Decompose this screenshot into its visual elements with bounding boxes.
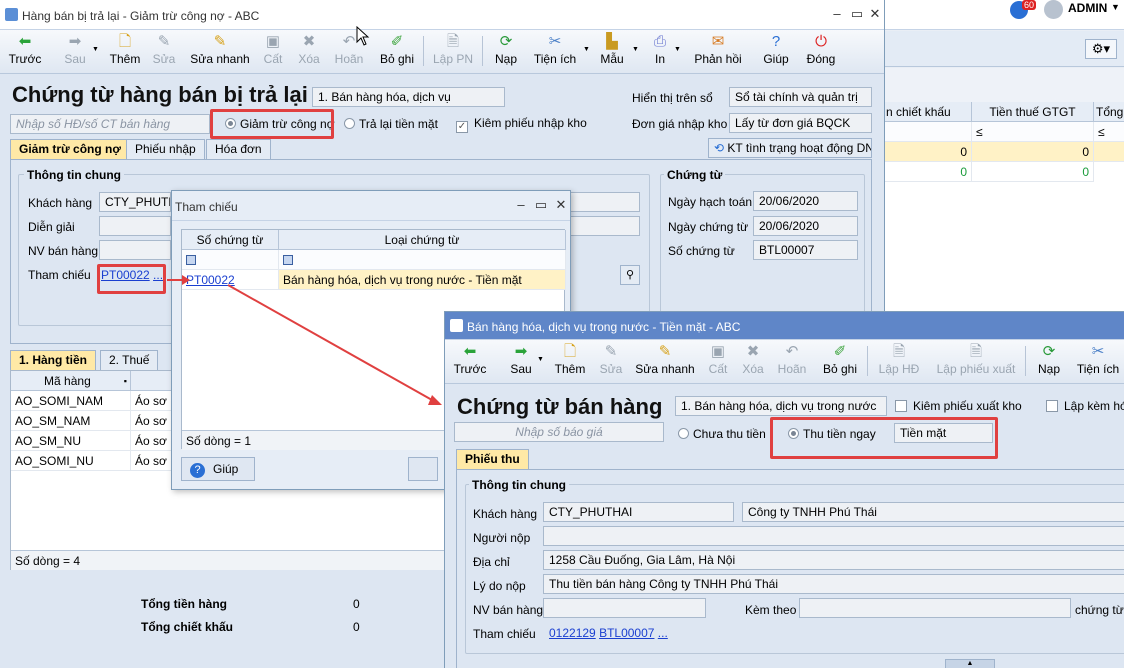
customer-label: Khách hàng	[473, 507, 538, 521]
sales-voucher-window: Bán hàng hóa, dịch vụ trong nước - Tiền …	[444, 311, 1124, 668]
app-icon	[450, 319, 463, 332]
reason-label: Lý do nộp	[473, 579, 526, 593]
tab-payment-receipt[interactable]: Phiếu thu	[456, 449, 529, 469]
mouse-cursor-icon	[356, 26, 370, 46]
customer-code-field[interactable]: CTY_PHUTHAI	[543, 502, 734, 522]
delete-button[interactable]: ✖ Xóa	[739, 343, 767, 381]
utilities-button[interactable]: ✂ Tiện ích	[1075, 343, 1121, 381]
create-issue-button[interactable]: 🗎 Lập phiếu xuất	[935, 343, 1017, 381]
create-invoice-icon: 🗎	[892, 343, 906, 360]
add-document-icon: 🗋	[563, 343, 577, 360]
quick-edit-icon: ✎	[658, 343, 672, 360]
general-info-title: Thông tin chung	[469, 478, 569, 492]
arrow-left-icon: ⬅	[463, 343, 477, 360]
issue-checkbox[interactable]: Kiêm phiếu xuất kho	[895, 399, 1022, 413]
window-titlebar: Bán hàng hóa, dịch vụ trong nước - Tiền …	[445, 312, 1124, 340]
tools-icon: ✂	[1091, 343, 1105, 360]
next-button[interactable]: ➡ Sau	[507, 343, 535, 381]
delete-icon: ✖	[746, 343, 760, 360]
reference-label: Tham chiếu	[473, 627, 536, 641]
window-title: Bán hàng hóa, dịch vụ trong nước - Tiền …	[467, 320, 741, 334]
refresh-button[interactable]: ⟳ Nạp	[1035, 343, 1063, 381]
attachment-field[interactable]	[799, 598, 1071, 618]
reference-links[interactable]: 0122129 BTL00007 ...	[549, 626, 668, 640]
sales-staff-label: NV bán hàng	[473, 603, 544, 617]
edit-button[interactable]: ✎ Sửa	[597, 343, 625, 381]
sales-staff-field[interactable]	[543, 598, 706, 618]
toolbar: ⬅ Trước ➡ Sau 🗋 Thêm ✎ Sửa ✎ Sửa nhanh ▣ Cất ✖…	[445, 340, 1124, 384]
unpost-button[interactable]: ✐ Bỏ ghi	[821, 343, 859, 381]
attachment-suffix: chứng từ g	[1075, 603, 1124, 617]
edit-icon: ✎	[604, 343, 618, 360]
toolbar-separator	[1025, 346, 1026, 376]
unpost-icon: ✐	[833, 343, 847, 360]
address-field[interactable]: 1258 Cầu Đuống, Gia Lâm, Hà Nội	[543, 550, 1124, 570]
expand-handle[interactable]: ▲	[945, 659, 995, 668]
create-invoice-button[interactable]: 🗎 Lập HĐ	[877, 343, 921, 381]
radio-icon	[678, 428, 689, 439]
checkbox-icon	[1046, 400, 1058, 412]
payer-label: Người nộp	[473, 531, 531, 545]
payer-field[interactable]	[543, 526, 1124, 546]
chevron-down-icon[interactable]: ▼	[537, 356, 544, 363]
add-button[interactable]: 🗋 Thêm	[553, 343, 587, 381]
quick-edit-button[interactable]: ✎ Sửa nhanh	[635, 343, 695, 381]
save-icon: ▣	[710, 343, 726, 360]
create-issue-icon: 🗎	[969, 343, 983, 360]
unpaid-radio[interactable]: Chưa thu tiền	[678, 427, 766, 441]
attachment-label: Kèm theo	[745, 603, 797, 617]
checkbox-icon	[895, 400, 907, 412]
undo-icon: ↶	[785, 343, 799, 360]
address-label: Địa chỉ	[473, 555, 510, 569]
customer-name-field[interactable]: Công ty TNHH Phú Thái	[742, 502, 1124, 522]
arrow-right-icon: ➡	[514, 343, 528, 360]
refresh-icon: ⟳	[1042, 343, 1056, 360]
highlight-box	[770, 417, 998, 459]
prev-button[interactable]: ⬅ Trước	[453, 343, 487, 381]
invoice-checkbox[interactable]: Lập kèm hóa	[1046, 399, 1124, 413]
reason-field[interactable]: Thu tiền bán hàng Công ty TNHH Phú Thái	[543, 574, 1124, 594]
voucher-type-select[interactable]: 1. Bán hàng hóa, dịch vụ trong nước	[675, 396, 887, 416]
save-button[interactable]: ▣ Cất	[705, 343, 731, 381]
undo-button[interactable]: ↶ Hoãn	[775, 343, 809, 381]
toolbar-separator	[867, 346, 868, 376]
quote-input[interactable]: Nhập số báo giá	[454, 422, 664, 442]
page-title: Chứng từ bán hàng	[457, 394, 663, 419]
